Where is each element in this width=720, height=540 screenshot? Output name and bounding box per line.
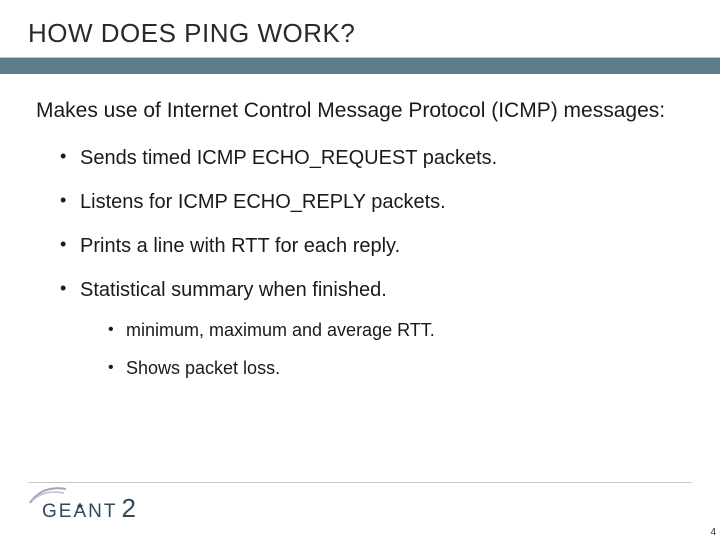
star-icon: ★ [76,501,84,512]
footer: GEANT2 ★ [0,482,720,524]
list-item: Listens for ICMP ECHO_REPLY packets. [60,190,684,214]
bullet-text: Statistical summary when finished. [80,279,387,301]
content-area: Makes use of Internet Control Message Pr… [0,74,720,379]
slide-title: HOW DOES PING WORK? [28,18,720,49]
footer-rule [28,482,692,483]
page-number: 4 [710,527,716,538]
bullet-text: Prints a line with RTT for each reply. [80,235,400,257]
bullet-text: minimum, maximum and average RTT. [126,320,435,340]
sub-bullet-list: minimum, maximum and average RTT. Shows … [80,320,684,379]
title-area: HOW DOES PING WORK? [0,0,720,58]
list-item: Prints a line with RTT for each reply. [60,234,684,258]
bullet-text: Sends timed ICMP ECHO_REQUEST packets. [80,147,497,169]
intro-text: Makes use of Internet Control Message Pr… [36,98,684,124]
logo-swoosh-icon [28,483,68,507]
logo-suffix: 2 [121,493,135,524]
list-item: Sends timed ICMP ECHO_REQUEST packets. [60,146,684,170]
bullet-list: Sends timed ICMP ECHO_REQUEST packets. L… [36,146,684,379]
list-item: Shows packet loss. [108,358,684,380]
list-item: minimum, maximum and average RTT. [108,320,684,342]
accent-bar [0,58,720,74]
geant-logo: GEANT2 ★ [28,493,692,524]
bullet-text: Shows packet loss. [126,358,280,378]
list-item: Statistical summary when finished. minim… [60,278,684,379]
bullet-text: Listens for ICMP ECHO_REPLY packets. [80,191,446,213]
